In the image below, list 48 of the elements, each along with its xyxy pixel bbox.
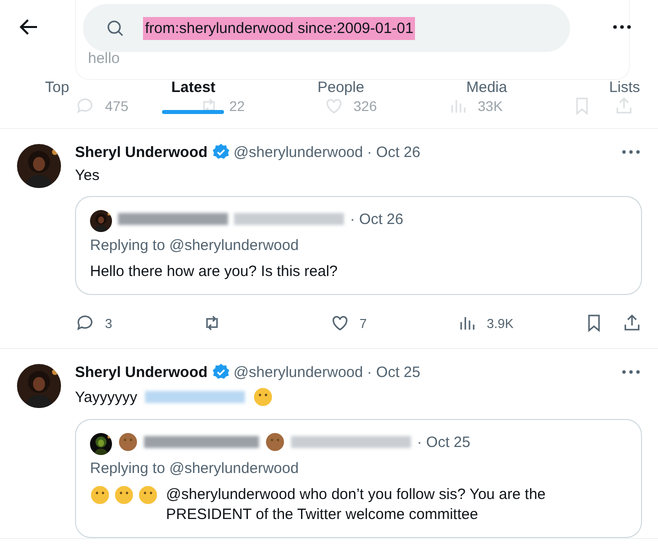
- verified-badge-icon: [212, 363, 230, 381]
- author-handle[interactable]: @sherylunderwood: [234, 364, 363, 380]
- quote-date: · Oct 26: [350, 210, 404, 228]
- author-handle[interactable]: @sherylunderwood: [234, 144, 363, 160]
- like-button[interactable]: 7: [330, 313, 457, 333]
- tab[interactable]: Latest: [171, 78, 216, 98]
- quoted-tweet[interactable]: · Oct 25 Replying to @sherylunderwood @sherylunderwood who don’t you follow sis? You are the PRESIDENT of the Twitter welcome committee: [75, 419, 642, 538]
- tab[interactable]: People: [317, 78, 364, 98]
- replying-to: Replying to @sherylunderwood: [90, 237, 300, 254]
- reply-icon: [75, 313, 95, 333]
- tab[interactable]: Top: [45, 78, 70, 98]
- author-name[interactable]: Sheryl Underwood: [75, 144, 208, 160]
- repost-count: 22: [199, 96, 245, 116]
- share-button[interactable]: [622, 313, 642, 333]
- tab[interactable]: Lists: [609, 78, 640, 98]
- search-icon: [105, 18, 125, 38]
- avatar[interactable]: [90, 432, 112, 454]
- avatar[interactable]: [17, 364, 61, 408]
- face-emoji-icon: [90, 485, 110, 505]
- tweet-text: Yes: [75, 167, 100, 184]
- replying-to: Replying to @sherylunderwood: [90, 460, 300, 477]
- selected-tab-indicator: [162, 110, 224, 114]
- heart-icon: [324, 96, 344, 116]
- like-count: 326: [324, 96, 377, 116]
- heart-icon: [330, 313, 350, 333]
- tweet-date[interactable]: · Oct 25: [367, 364, 420, 380]
- reply-icon: [75, 96, 95, 116]
- search-field[interactable]: from:sherylunderwood since:2009-01-01: [83, 4, 570, 52]
- tab[interactable]: Media: [466, 78, 508, 98]
- quote-text: @sherylunderwood who don’t you follow sis? You are the PRESIDENT of the Twitter welcome committee: [166, 485, 547, 525]
- face-emoji-icon: [138, 485, 158, 505]
- reply-button[interactable]: 3: [75, 313, 202, 333]
- tweet-date[interactable]: · Oct 26: [367, 144, 420, 160]
- avatar[interactable]: [17, 144, 61, 188]
- avatar[interactable]: [90, 210, 112, 232]
- reply-count: 475: [75, 96, 128, 116]
- quoted-tweet[interactable]: · Oct 26 Replying to @sherylunderwood Hello there how are you? Is this real?: [75, 196, 642, 295]
- share-icon: [614, 96, 634, 116]
- view-count: 33K: [448, 96, 503, 116]
- views-button[interactable]: 3.9K: [456, 313, 584, 333]
- tweet-text: hello: [88, 50, 120, 67]
- face-emoji-icon: [114, 485, 134, 505]
- share-icon: [622, 313, 642, 333]
- author-name[interactable]: Sheryl Underwood: [75, 364, 208, 380]
- quote-date: · Oct 25: [417, 434, 470, 450]
- verified-badge-icon: [212, 143, 230, 161]
- tweet-text: Yayyyyyy: [75, 388, 138, 406]
- quote-text: Hello there how are you? Is this real?: [90, 262, 338, 282]
